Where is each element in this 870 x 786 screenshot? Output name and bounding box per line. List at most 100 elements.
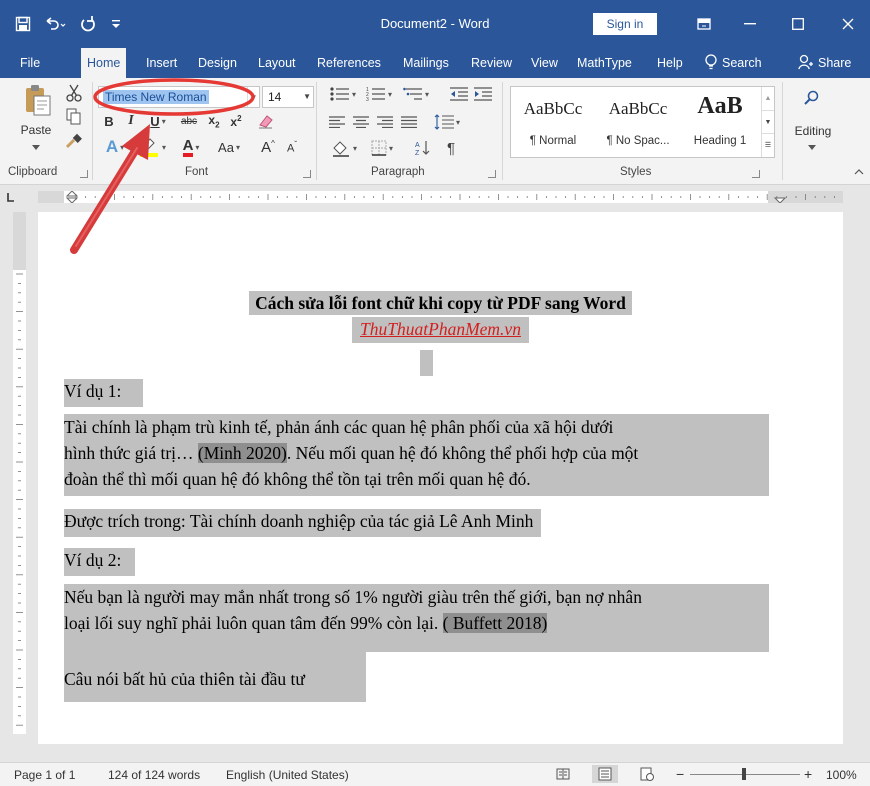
paste-dropdown-icon[interactable] <box>30 142 42 152</box>
style-normal[interactable]: AaBbCc ¶ Normal <box>511 87 595 157</box>
tab-references[interactable]: References <box>317 48 381 78</box>
zoom-slider-thumb[interactable] <box>742 768 746 780</box>
example-2-heading-paragraph[interactable]: Ví dụ 2: <box>64 547 136 576</box>
customize-toolbar-icon[interactable] <box>106 0 126 48</box>
decrease-indent-icon[interactable] <box>448 84 470 104</box>
editing-dropdown-icon[interactable] <box>806 142 818 152</box>
language-indicator[interactable]: English (United States) <box>226 768 349 782</box>
tab-layout[interactable]: Layout <box>258 48 296 78</box>
subscript-icon[interactable]: x2 <box>204 112 224 130</box>
highlight-color-icon[interactable]: ▾ <box>134 136 170 158</box>
style-normal-name: ¶ Normal <box>529 135 577 147</box>
print-layout-icon[interactable] <box>592 765 618 783</box>
sign-in-button[interactable]: Sign in <box>593 13 657 35</box>
search-box[interactable]: Search <box>704 48 762 78</box>
show-formatting-marks-icon[interactable]: ¶ <box>440 138 462 158</box>
example-2-heading: Ví dụ 2: <box>64 548 136 576</box>
document-title-paragraph[interactable]: Cách sửa lỗi font chữ khi copy từ PDF sa… <box>38 290 843 316</box>
zoom-out-icon[interactable]: − <box>676 766 684 782</box>
word-count[interactable]: 124 of 124 words <box>108 768 200 782</box>
superscript-icon[interactable]: x2 <box>226 112 246 130</box>
example-1-paragraph[interactable]: Tài chính là phạm trù kinh tế, phản ánh … <box>64 414 769 496</box>
line-spacing-icon[interactable]: ▾ <box>430 112 464 132</box>
save-icon[interactable] <box>8 0 38 48</box>
redo-icon[interactable] <box>74 0 102 48</box>
change-case-icon[interactable]: Aa ▾ <box>212 136 246 158</box>
strikethrough-icon[interactable]: abc <box>176 112 202 130</box>
tab-design[interactable]: Design <box>198 48 237 78</box>
borders-icon[interactable]: ▾ <box>364 138 400 158</box>
grow-font-icon[interactable]: A^ <box>258 136 278 158</box>
paste-button[interactable]: Paste <box>18 122 54 138</box>
style-no-spacing[interactable]: AaBbCc ¶ No Spac... <box>595 87 681 157</box>
clear-formatting-icon[interactable] <box>254 112 278 130</box>
align-center-icon[interactable] <box>350 112 372 132</box>
align-left-icon[interactable] <box>326 112 348 132</box>
styles-more-icon[interactable]: ☰ <box>762 133 774 156</box>
shading-icon[interactable]: ▾ <box>326 138 362 158</box>
font-name-dropdown-icon[interactable]: ▼ <box>247 87 259 107</box>
style-heading-1[interactable]: AaB Heading 1 <box>681 87 759 157</box>
share-button[interactable]: Share <box>798 48 851 78</box>
bold-button[interactable]: B <box>100 112 118 130</box>
example-1-heading-paragraph[interactable]: Ví dụ 1: <box>64 378 144 407</box>
horizontal-ruler[interactable] <box>0 186 870 208</box>
collapse-ribbon-icon[interactable] <box>852 166 866 178</box>
editing-button[interactable]: Editing <box>788 122 838 140</box>
example-1-source-paragraph[interactable]: Được trích trong: Tài chính doanh nghiệp… <box>64 508 542 537</box>
tab-selector-icon[interactable] <box>6 191 16 203</box>
document-subtitle-link[interactable]: ThuThuatPhanMem.vn <box>352 317 529 343</box>
web-layout-icon[interactable] <box>640 767 654 784</box>
page-count[interactable]: Page 1 of 1 <box>14 768 75 782</box>
font-name-combobox[interactable]: Times New Roman ▼ <box>98 86 260 108</box>
zoom-in-icon[interactable]: + <box>804 766 812 782</box>
tab-review[interactable]: Review <box>471 48 512 78</box>
tab-view[interactable]: View <box>531 48 558 78</box>
styles-scroll-down-icon[interactable]: ▼ <box>762 110 774 133</box>
format-painter-icon[interactable] <box>62 130 86 152</box>
align-right-icon[interactable] <box>374 112 396 132</box>
example-2-quote-block[interactable]: Câu nói bất hủ của thiên tài đầu tư <box>64 652 366 702</box>
paragraph-dialog-launcher-icon[interactable] <box>488 170 496 178</box>
tab-home[interactable]: Home <box>81 48 127 78</box>
bullets-icon[interactable]: ▾ <box>326 84 360 104</box>
numbering-icon[interactable]: 1 2 3 ▾ <box>362 84 396 104</box>
tab-mailings[interactable]: Mailings <box>403 48 449 78</box>
example-2-paragraph[interactable]: Nếu bạn là người may mắn nhất trong số 1… <box>64 584 769 652</box>
sort-icon[interactable]: AZ <box>412 138 434 158</box>
zoom-level[interactable]: 100% <box>826 768 857 782</box>
styles-scroll-up-icon[interactable]: ▲ <box>762 87 774 110</box>
maximize-icon[interactable] <box>776 0 820 48</box>
document-page[interactable]: Cách sửa lỗi font chữ khi copy từ PDF sa… <box>38 212 843 744</box>
font-size-dropdown-icon[interactable]: ▼ <box>303 92 311 101</box>
document-subtitle-paragraph[interactable]: ThuThuatPhanMem.vn <box>38 316 843 343</box>
justify-icon[interactable] <box>398 112 420 132</box>
cut-scissors-icon[interactable] <box>62 82 86 104</box>
increase-indent-icon[interactable] <box>472 84 494 104</box>
tab-help[interactable]: Help <box>657 48 683 78</box>
shrink-font-icon[interactable]: Aˇ <box>282 136 302 158</box>
style-heading-1-name: Heading 1 <box>693 135 747 147</box>
minimize-icon[interactable] <box>728 0 772 48</box>
tab-mathtype[interactable]: MathType <box>577 48 632 78</box>
clipboard-dialog-launcher-icon[interactable] <box>80 170 88 178</box>
tab-insert[interactable]: Insert <box>146 48 177 78</box>
undo-icon[interactable] <box>40 0 70 48</box>
vertical-ruler[interactable] <box>13 212 26 734</box>
italic-button[interactable]: I <box>122 112 140 130</box>
styles-dialog-launcher-icon[interactable] <box>752 170 760 178</box>
text-effects-icon[interactable]: A ▾ <box>100 136 130 158</box>
ribbon-display-options-icon[interactable] <box>682 0 726 48</box>
close-icon[interactable] <box>826 0 870 48</box>
underline-button[interactable]: U ▾ <box>144 112 172 130</box>
font-dialog-launcher-icon[interactable] <box>303 170 311 178</box>
read-mode-icon[interactable] <box>556 767 570 784</box>
tab-file[interactable]: File <box>20 48 40 78</box>
font-size-combobox[interactable]: 14 ▼ <box>262 86 314 108</box>
find-search-icon[interactable] <box>800 86 824 110</box>
multilevel-list-icon[interactable]: ▾ <box>398 84 434 104</box>
styles-group-label: Styles <box>620 166 652 178</box>
font-color-icon[interactable]: A ▾ <box>176 136 206 158</box>
paste-clipboard-icon[interactable] <box>18 82 58 118</box>
copy-icon[interactable] <box>62 106 86 128</box>
